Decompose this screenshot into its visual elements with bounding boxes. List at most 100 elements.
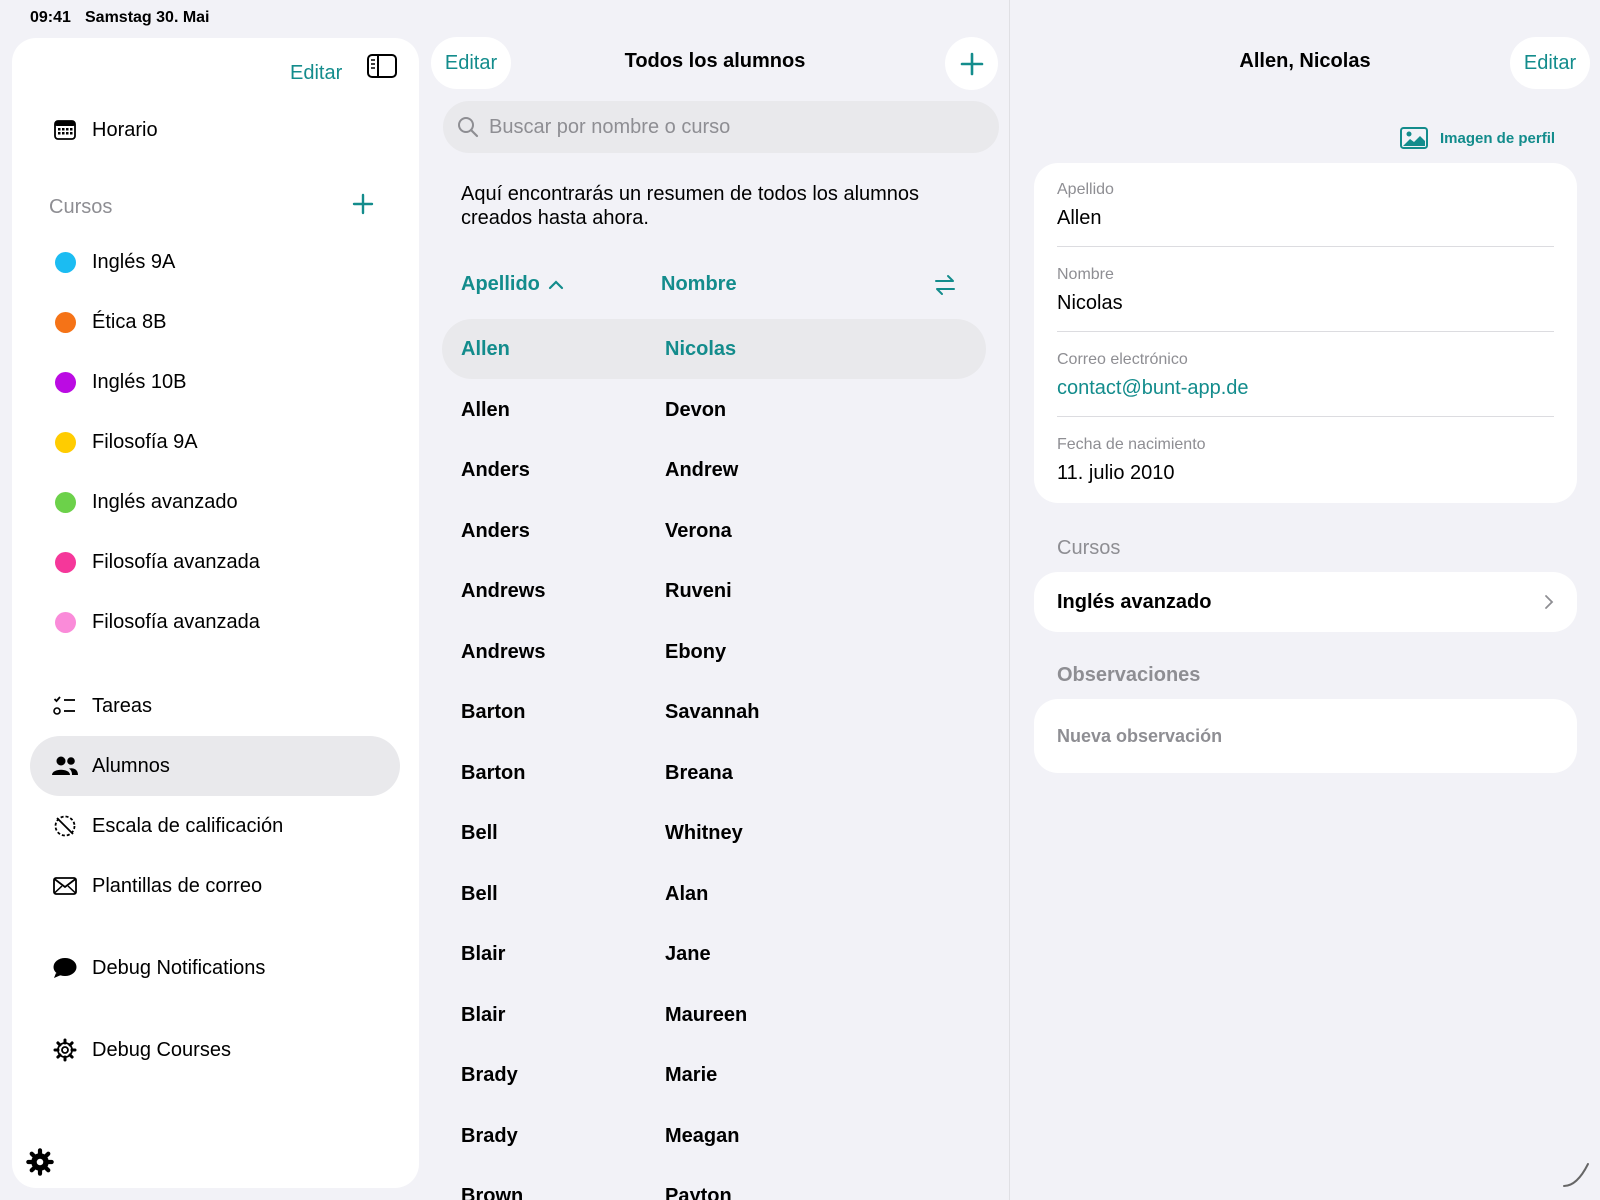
sidebar-item-course[interactable]: Filosofía 9A — [30, 412, 400, 472]
sidebar-item-tareas[interactable]: Tareas — [30, 676, 400, 736]
sidebar-edit-button[interactable]: Editar — [290, 62, 342, 85]
course-color-dot — [54, 311, 76, 333]
divider — [1057, 331, 1554, 332]
student-firstname: Alan — [665, 882, 709, 905]
student-row[interactable]: Andrews Ruveni — [442, 561, 986, 621]
status-date: Samstag 30. Mai — [85, 9, 210, 26]
people-icon — [50, 756, 80, 776]
student-lastname: Blair — [461, 942, 506, 965]
student-lastname: Barton — [461, 700, 526, 723]
student-lastname: Bell — [461, 821, 498, 844]
sidebar-item-course[interactable]: Ética 8B — [30, 292, 400, 352]
search-input[interactable] — [489, 115, 969, 139]
student-row[interactable]: Barton Breana — [442, 743, 986, 803]
search-field[interactable] — [443, 101, 999, 153]
speech-bubble-icon — [50, 957, 80, 979]
sidebar-toggle-icon[interactable] — [366, 52, 398, 80]
detail-edit-button[interactable]: Editar — [1510, 37, 1590, 89]
sidebar-item-label: Horario — [92, 118, 158, 141]
sidebar-item-course[interactable]: Filosofía avanzada — [30, 592, 400, 652]
student-row[interactable]: Brady Meagan — [442, 1106, 986, 1166]
status-time: 09:41 — [30, 9, 71, 26]
sort-lastname-header[interactable]: Apellido — [461, 273, 564, 296]
course-color-dot — [54, 431, 76, 453]
student-lastname: Andrews — [461, 640, 546, 663]
course-color-dot — [54, 251, 76, 273]
student-row[interactable]: Blair Jane — [442, 924, 986, 984]
sidebar-item-label: Alumnos — [92, 754, 170, 777]
student-firstname: Maureen — [665, 1003, 748, 1026]
student-lastname: Allen — [461, 398, 510, 421]
student-lastname: Anders — [461, 458, 530, 481]
student-firstname: Payton — [665, 1184, 732, 1200]
sidebar-item-debug-notifications[interactable]: Debug Notifications — [30, 938, 400, 998]
add-course-icon[interactable] — [350, 191, 376, 217]
divider — [1057, 416, 1554, 417]
student-lastname: Brady — [461, 1063, 518, 1086]
student-row[interactable]: Barton Savannah — [442, 682, 986, 742]
student-row[interactable]: Bell Whitney — [442, 803, 986, 863]
sort-firstname-header[interactable]: Nombre — [661, 273, 737, 296]
add-student-button[interactable] — [945, 37, 998, 90]
settings-gear-icon[interactable] — [26, 1148, 54, 1176]
field-value: Nicolas — [1057, 292, 1123, 314]
student-firstname: Marie — [665, 1063, 718, 1086]
student-row[interactable]: Anders Andrew — [442, 440, 986, 500]
sidebar-item-label: Plantillas de correo — [92, 874, 263, 897]
sidebar-item-label: Tareas — [92, 694, 153, 717]
sidebar-item-horario[interactable]: Horario — [30, 100, 400, 160]
student-row[interactable]: Brady Marie — [442, 1045, 986, 1105]
list-edit-button[interactable]: Editar — [431, 37, 511, 89]
email-field: Correo electrónico contact@bunt-app.de — [1057, 351, 1554, 400]
sidebar-item-course[interactable]: Inglés 9A — [30, 232, 400, 292]
profile-image-label: Imagen de perfil — [1440, 129, 1556, 147]
sidebar-item-escala[interactable]: Escala de calificación — [30, 796, 400, 856]
grading-scale-icon — [50, 814, 80, 838]
divider — [1057, 246, 1554, 247]
sidebar-item-course[interactable]: Inglés avanzado — [30, 472, 400, 532]
student-row[interactable]: Allen Devon — [442, 380, 986, 440]
chevron-up-icon — [548, 279, 563, 289]
calendar-icon — [50, 119, 80, 141]
student-firstname: Breana — [665, 761, 733, 784]
student-row[interactable]: Brown Payton — [442, 1166, 986, 1200]
sidebar-item-label: Debug Notifications — [92, 956, 266, 979]
lastname-field: Apellido Allen — [1057, 181, 1554, 230]
search-icon — [458, 117, 479, 138]
swap-columns-icon[interactable] — [933, 273, 957, 297]
student-lastname: Allen — [461, 337, 510, 360]
sidebar-item-course[interactable]: Filosofía avanzada — [30, 532, 400, 592]
field-value: Allen — [1057, 207, 1102, 229]
student-firstname: Savannah — [665, 700, 760, 723]
chevron-right-icon — [1545, 595, 1554, 609]
student-row[interactable]: Bell Alan — [442, 864, 986, 924]
student-firstname: Ebony — [665, 640, 727, 663]
course-name: Inglés avanzado — [1057, 590, 1212, 613]
course-color-dot — [54, 371, 76, 393]
sidebar-item-debug-courses[interactable]: Debug Courses — [30, 1020, 400, 1080]
sidebar-item-label: Debug Courses — [92, 1038, 231, 1061]
student-info-card: Apellido Allen Nombre Nicolas Correo ele… — [1034, 163, 1577, 503]
student-row[interactable]: Andrews Ebony — [442, 622, 986, 682]
plus-icon — [960, 52, 983, 75]
sidebar-item-label: Filosofía avanzada — [92, 610, 260, 633]
sidebar-item-label: Inglés 9A — [92, 250, 176, 273]
gear-icon — [50, 1038, 80, 1062]
courses-section-heading: Cursos — [1057, 537, 1121, 559]
profile-image-button[interactable]: Imagen de perfil — [1400, 127, 1555, 149]
sidebar-item-alumnos[interactable]: Alumnos — [30, 736, 400, 796]
field-label: Nombre — [1057, 266, 1114, 283]
student-row[interactable]: Allen Nicolas — [442, 319, 986, 379]
field-label: Correo electrónico — [1057, 351, 1188, 368]
course-color-dot — [54, 491, 76, 513]
email-link[interactable]: contact@bunt-app.de — [1057, 377, 1554, 400]
sidebar-item-course[interactable]: Inglés 10B — [30, 352, 400, 412]
envelope-icon — [50, 877, 80, 895]
student-row[interactable]: Blair Maureen — [442, 985, 986, 1045]
sidebar-item-plantillas[interactable]: Plantillas de correo — [30, 856, 400, 916]
column-header-label: Nombre — [661, 273, 737, 295]
student-row[interactable]: Anders Verona — [442, 501, 986, 561]
new-note-button[interactable]: Nueva observación — [1034, 699, 1577, 773]
course-row[interactable]: Inglés avanzado — [1034, 572, 1577, 632]
sidebar-item-label: Inglés avanzado — [92, 490, 238, 513]
